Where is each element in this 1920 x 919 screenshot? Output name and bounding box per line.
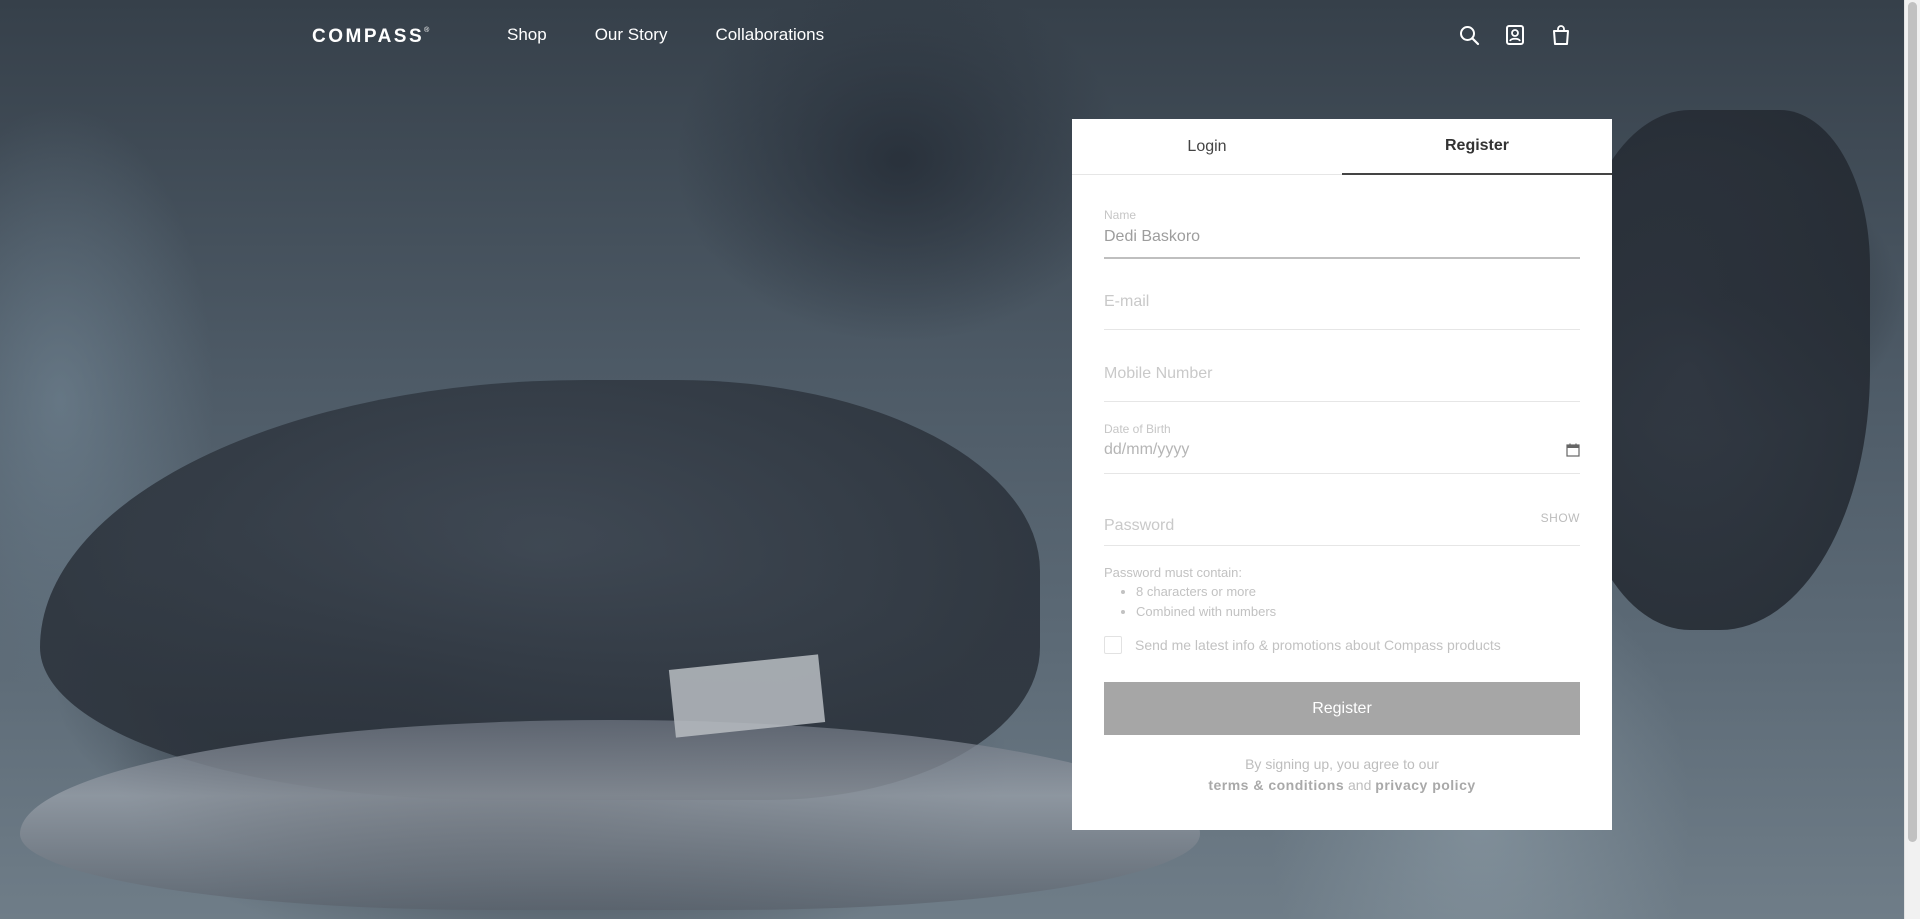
- page-scrollbar[interactable]: [1904, 0, 1920, 919]
- name-field-group: Name: [1104, 208, 1580, 259]
- promo-label: Send me latest info & promotions about C…: [1135, 637, 1501, 653]
- logo-text: COMPASS: [312, 26, 425, 47]
- password-rules-title: Password must contain:: [1104, 565, 1243, 580]
- show-password-toggle[interactable]: SHOW: [1541, 507, 1580, 545]
- calendar-icon[interactable]: [1566, 443, 1580, 457]
- dob-field-group: Date of Birth dd/mm/yyyy: [1104, 402, 1580, 474]
- promo-checkbox[interactable]: [1104, 636, 1122, 654]
- site-header: COMPASS® Shop Our Story Collaborations: [0, 0, 1904, 70]
- name-label: Name: [1104, 208, 1137, 222]
- nav-shop[interactable]: Shop: [507, 25, 547, 45]
- password-rules: Password must contain: 8 characters or m…: [1104, 565, 1580, 619]
- main-nav: Shop Our Story Collaborations: [507, 25, 872, 45]
- name-input[interactable]: [1104, 228, 1580, 246]
- terms-and: and: [1348, 777, 1372, 793]
- bag-icon[interactable]: [1550, 24, 1572, 46]
- terms-link[interactable]: terms & conditions: [1208, 777, 1344, 793]
- search-icon[interactable]: [1458, 24, 1480, 46]
- privacy-link[interactable]: privacy policy: [1375, 777, 1475, 793]
- tab-login[interactable]: Login: [1072, 119, 1342, 174]
- tab-register[interactable]: Register: [1342, 119, 1612, 175]
- scrollbar-thumb[interactable]: [1908, 2, 1917, 842]
- auth-panel: Login Register Name Date of Birth dd/mm/…: [1072, 119, 1612, 830]
- password-field-group: SHOW: [1104, 474, 1580, 546]
- account-icon[interactable]: [1504, 24, 1526, 46]
- compass-logo[interactable]: COMPASS®: [312, 26, 429, 48]
- nav-our-story[interactable]: Our Story: [595, 25, 668, 45]
- password-rule: 8 characters or more: [1136, 584, 1580, 599]
- register-form: Name Date of Birth dd/mm/yyyy SHOW Passw…: [1072, 208, 1612, 796]
- email-input[interactable]: [1104, 293, 1580, 311]
- promo-optin: Send me latest info & promotions about C…: [1104, 636, 1580, 654]
- terms-note: By signing up, you agree to our terms & …: [1104, 754, 1580, 796]
- terms-prefix: By signing up, you agree to our: [1245, 756, 1439, 772]
- dob-label: Date of Birth: [1104, 422, 1171, 436]
- mobile-field-group: [1104, 330, 1580, 402]
- second-sneaker: [1570, 110, 1870, 630]
- password-input[interactable]: [1104, 507, 1484, 545]
- email-field-group: [1104, 269, 1580, 330]
- nav-collaborations[interactable]: Collaborations: [715, 25, 824, 45]
- password-rule: Combined with numbers: [1136, 604, 1580, 619]
- header-icons: [1458, 24, 1596, 46]
- mobile-input[interactable]: [1104, 365, 1580, 383]
- dob-placeholder: dd/mm/yyyy: [1104, 441, 1190, 458]
- dob-input[interactable]: dd/mm/yyyy: [1104, 441, 1580, 459]
- logo-mark: ®: [424, 27, 430, 34]
- auth-tabs: Login Register: [1072, 119, 1612, 175]
- register-button[interactable]: Register: [1104, 682, 1580, 735]
